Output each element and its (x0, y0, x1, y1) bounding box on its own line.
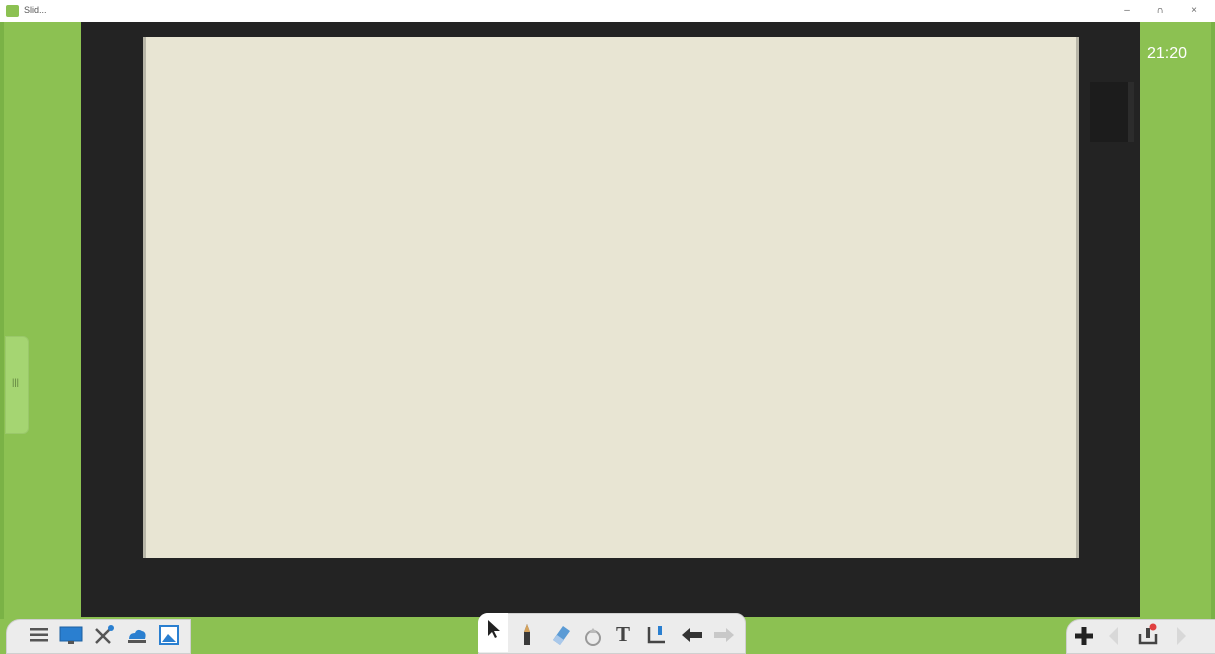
prev-page-icon[interactable] (1103, 624, 1123, 648)
board-scroll-handle[interactable] (1090, 82, 1134, 142)
eraser-icon[interactable] (548, 622, 574, 648)
close-icon[interactable]: × (1185, 3, 1203, 19)
restore-icon[interactable]: ∩ (1151, 3, 1169, 19)
tools-icon[interactable] (92, 623, 116, 647)
app-logo-icon (6, 5, 19, 17)
side-panel-grip: ||| (12, 377, 20, 387)
add-page-icon[interactable] (1072, 624, 1096, 648)
text-icon[interactable]: T (611, 620, 635, 648)
pen-icon[interactable] (516, 622, 538, 648)
insert-icon[interactable] (644, 621, 670, 647)
page-list-icon[interactable] (1134, 620, 1162, 648)
shape-icon[interactable] (582, 624, 604, 648)
right-edge (1211, 22, 1215, 619)
left-edge (0, 22, 4, 619)
select-arrow-icon[interactable] (483, 616, 505, 642)
cloud-icon[interactable] (125, 623, 149, 647)
menu-icon[interactable] (29, 625, 49, 645)
minimize-icon[interactable]: – (1118, 3, 1136, 19)
undo-icon[interactable] (679, 624, 705, 646)
image-icon[interactable] (157, 623, 181, 647)
title-bar: Slid... – ∩ × (0, 0, 1215, 22)
whiteboard-canvas[interactable] (143, 37, 1079, 558)
next-page-icon[interactable] (1172, 624, 1192, 648)
redo-icon[interactable] (711, 624, 737, 646)
screen-icon[interactable] (58, 624, 84, 646)
side-panel-tab[interactable]: ||| (5, 336, 29, 434)
window-title: Slid... (24, 5, 47, 15)
clock: 21:20 (1147, 45, 1188, 62)
